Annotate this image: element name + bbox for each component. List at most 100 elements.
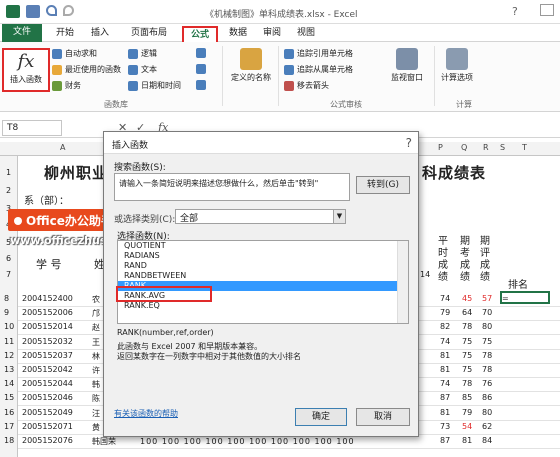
row-header[interactable]: 18 <box>4 436 14 445</box>
column-header[interactable]: S <box>500 143 505 152</box>
name-box[interactable]: T8 <box>2 120 62 136</box>
tab-insert[interactable]: 插入 <box>84 26 116 42</box>
cell-qm-score[interactable]: 85 <box>462 393 472 402</box>
row-header[interactable]: 2 <box>6 186 11 195</box>
autosum-button[interactable]: 自动求和 <box>52 48 97 59</box>
cell-student-name[interactable]: 农 <box>92 294 100 305</box>
cancel-button[interactable]: 取消 <box>356 408 410 426</box>
category-select[interactable]: 全部 ▼ <box>175 209 346 224</box>
cell-student-id[interactable]: 2004152400 <box>22 294 73 303</box>
row-header[interactable]: 9 <box>4 308 9 317</box>
more-functions-button[interactable] <box>196 80 206 90</box>
cell-qp-score[interactable]: 75 <box>482 337 492 346</box>
undo-icon[interactable] <box>46 5 57 16</box>
cell-student-name[interactable]: 邝 <box>92 308 100 319</box>
row-header[interactable]: 10 <box>4 322 14 331</box>
selected-cell[interactable] <box>500 291 550 304</box>
function-item[interactable]: RANK.EQ <box>118 301 408 311</box>
logical-button[interactable]: 逻辑 <box>128 48 157 59</box>
row-header[interactable]: 12 <box>4 351 14 360</box>
go-button[interactable]: 转到(G) <box>356 176 410 194</box>
row-header[interactable]: 16 <box>4 408 14 417</box>
calc-options-button[interactable]: 计算选项 <box>436 48 478 83</box>
cell-qp-score[interactable]: 84 <box>482 436 492 445</box>
cell-student-id[interactable]: 2005152006 <box>22 308 73 317</box>
cell-qm-score[interactable]: 54 <box>462 422 472 431</box>
tab-data[interactable]: 数据 <box>224 26 252 42</box>
cell-qm-score[interactable]: 64 <box>462 308 472 317</box>
cell-ps-score[interactable]: 81 <box>440 408 450 417</box>
cell-student-id[interactable]: 2005152014 <box>22 322 73 331</box>
cell-student-id[interactable]: 2005152071 <box>22 422 73 431</box>
row-header[interactable]: 6 <box>6 254 11 263</box>
save-icon[interactable] <box>26 5 40 18</box>
tab-page-layout[interactable]: 页面布局 <box>124 26 174 42</box>
cell-qm-score[interactable]: 78 <box>462 379 472 388</box>
cell-student-name[interactable]: 黄 <box>92 422 100 433</box>
tab-formulas[interactable]: 公式 <box>182 26 218 42</box>
cell-qp-score[interactable]: 80 <box>482 408 492 417</box>
column-header[interactable]: R <box>483 143 489 152</box>
cell-student-id[interactable]: 2005152049 <box>22 408 73 417</box>
cell-ps-score[interactable]: 82 <box>440 322 450 331</box>
tab-review[interactable]: 审阅 <box>258 26 286 42</box>
function-item[interactable]: RAND <box>118 261 408 271</box>
insert-function-button[interactable]: fx 插入函数 <box>2 48 50 92</box>
ok-button[interactable]: 确定 <box>295 408 347 426</box>
row-header[interactable]: 1 <box>6 168 11 177</box>
cell-student-name[interactable]: 韩国荣 <box>92 436 116 447</box>
help-link[interactable]: 有关该函数的帮助 <box>114 408 178 419</box>
cell-qp-score[interactable]: 78 <box>482 365 492 374</box>
tab-home[interactable]: 开始 <box>48 26 82 42</box>
cell-student-name[interactable]: 赵 <box>92 322 100 333</box>
column-header[interactable]: P <box>438 143 443 152</box>
cell-qm-score[interactable]: 75 <box>462 351 472 360</box>
search-input[interactable]: 请输入一条简短说明来描述您想做什么，然后单击"转到" <box>114 173 350 201</box>
recent-functions-button[interactable]: 最近使用的函数 <box>52 64 121 75</box>
row-header[interactable]: 11 <box>4 337 14 346</box>
cell-student-name[interactable]: 韩 <box>92 379 100 390</box>
cell-student-id[interactable]: 2005152076 <box>22 436 73 445</box>
column-header[interactable]: Q <box>461 143 467 152</box>
cell-qp-score[interactable]: 70 <box>482 308 492 317</box>
cell-qp-score[interactable]: 78 <box>482 351 492 360</box>
redo-icon[interactable] <box>63 5 74 16</box>
function-item[interactable]: RADIANS <box>118 251 408 261</box>
dialog-help-button[interactable]: ? <box>406 136 412 150</box>
cell-student-name[interactable]: 王 <box>92 337 100 348</box>
financial-button[interactable]: 财务 <box>52 80 81 91</box>
cell-student-id[interactable]: 2005152032 <box>22 337 73 346</box>
cell-student-name[interactable]: 许 <box>92 365 100 376</box>
text-button[interactable]: 文本 <box>128 64 157 75</box>
cell-qm-score[interactable]: 75 <box>462 337 472 346</box>
cell-student-id[interactable]: 2005152044 <box>22 379 73 388</box>
cell-qp-score[interactable]: 86 <box>482 393 492 402</box>
cell-ps-score[interactable]: 81 <box>440 365 450 374</box>
cell-student-id[interactable]: 2005152037 <box>22 351 73 360</box>
row-header[interactable]: 15 <box>4 393 14 402</box>
cell-student-id[interactable]: 2005152046 <box>22 393 73 402</box>
lookup-button[interactable] <box>196 48 206 58</box>
cell-ps-score[interactable]: 74 <box>440 294 450 303</box>
column-header[interactable]: A <box>60 143 65 152</box>
cell-qm-score[interactable]: 79 <box>462 408 472 417</box>
cell-student-name[interactable]: 陈 <box>92 393 100 404</box>
trace-precedents-button[interactable]: 追踪引用单元格 <box>284 48 353 59</box>
row-header[interactable]: 13 <box>4 365 14 374</box>
function-item[interactable]: RANDBETWEEN <box>118 271 408 281</box>
watch-window-button[interactable]: 监视窗口 <box>384 48 430 83</box>
cell-ps-score[interactable]: 74 <box>440 337 450 346</box>
datetime-button[interactable]: 日期和时间 <box>128 80 181 91</box>
remove-arrows-button[interactable]: 移去箭头 <box>284 80 329 91</box>
cell-qp-score[interactable]: 62 <box>482 422 492 431</box>
cell-qp-score[interactable]: 57 <box>482 294 492 303</box>
cell-student-name[interactable]: 林 <box>92 351 100 362</box>
tab-file[interactable]: 文件 <box>2 24 42 42</box>
row-header[interactable]: 17 <box>4 422 14 431</box>
row-header[interactable]: 14 <box>4 379 14 388</box>
tab-view[interactable]: 视图 <box>292 26 320 42</box>
trace-dependents-button[interactable]: 追踪从属单元格 <box>284 64 353 75</box>
row-header[interactable]: 7 <box>6 270 11 279</box>
cell-qp-score[interactable]: 76 <box>482 379 492 388</box>
cell-ps-score[interactable]: 87 <box>440 393 450 402</box>
